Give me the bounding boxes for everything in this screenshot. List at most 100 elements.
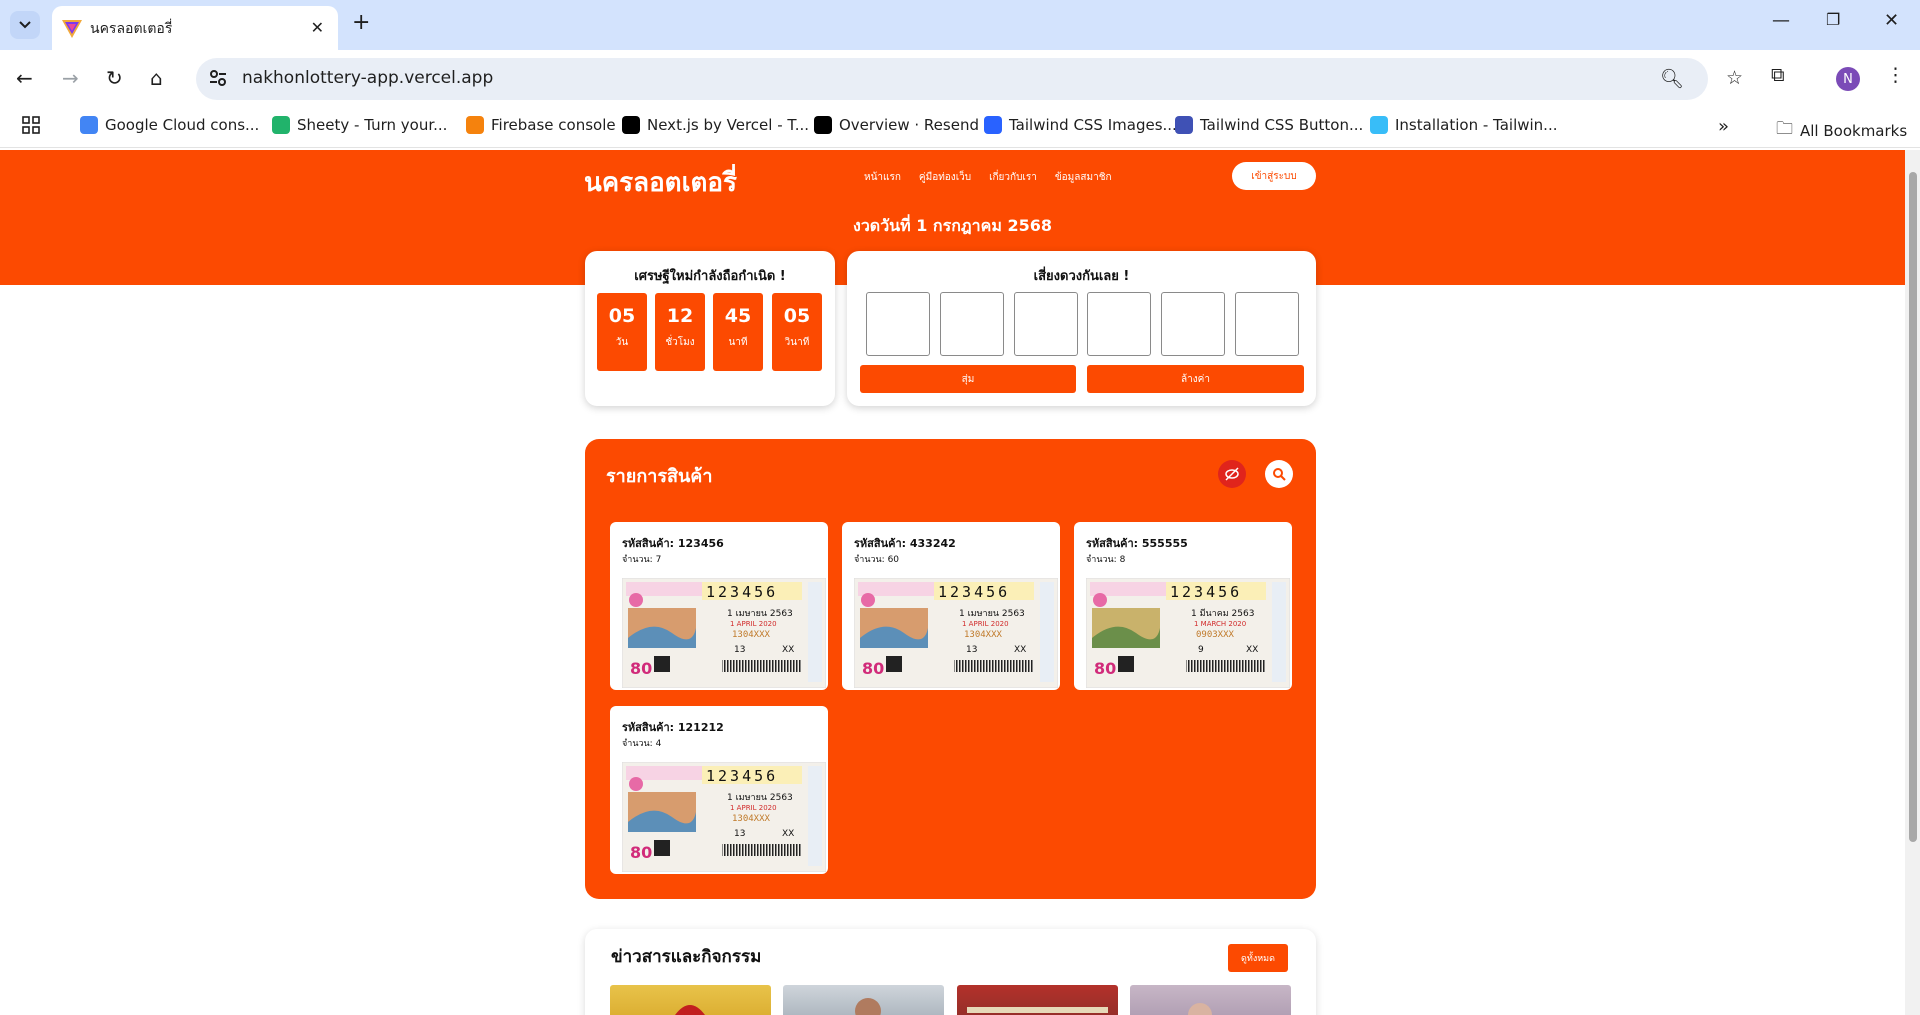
svg-text:XX: XX: [1246, 645, 1258, 655]
menu-kebab-icon[interactable]: ⋮: [1886, 64, 1905, 86]
new-tab-button[interactable]: +: [352, 10, 370, 35]
bookmark-item[interactable]: Next.js by Vercel - T...: [622, 116, 809, 134]
ticket-date-th: 1 เมษายน 2563: [727, 609, 793, 619]
address-bar[interactable]: nakhonlottery-app.vercel.app 🔍︎ ☆: [196, 58, 1743, 100]
bookmark-label: Tailwind CSS Images...: [1009, 116, 1177, 134]
all-bookmarks-folder[interactable]: 🗀 All Bookmarks: [1776, 116, 1907, 145]
svg-text:XX: XX: [1014, 645, 1026, 655]
news-thumbnail[interactable]: [1130, 985, 1291, 1015]
more-bookmarks-icon[interactable]: »: [1718, 116, 1729, 137]
site-info-icon[interactable]: [208, 68, 228, 88]
nav-member[interactable]: ข้อมูลสมาชิก: [1055, 170, 1112, 185]
svg-text:80: 80: [862, 659, 884, 678]
news-thumbnail[interactable]: [783, 985, 944, 1015]
profile-avatar[interactable]: N: [1836, 67, 1860, 91]
bookmark-label: Next.js by Vercel - T...: [647, 116, 810, 134]
login-button[interactable]: เข้าสู่ระบบ: [1232, 162, 1316, 190]
zoom-icon[interactable]: 🔍︎: [1660, 67, 1684, 90]
ticket-set: 13: [734, 829, 745, 839]
apps-grid-icon[interactable]: [22, 116, 40, 134]
close-icon[interactable]: ✕: [311, 18, 324, 37]
tailwind-images-icon: [984, 116, 1002, 134]
product-search-button[interactable]: [1265, 460, 1293, 488]
bookmark-item[interactable]: Overview · Resend: [814, 116, 979, 134]
ticket-set: 13: [966, 645, 977, 655]
tab-title: นครลอตเตอรี่: [90, 21, 173, 37]
lottery-ticket-image: 80 123456 1 เมษายน 25631 APRIL 2020 1304XXX…: [854, 578, 1058, 688]
resend-icon: [814, 116, 832, 134]
bookmark-item[interactable]: Google Cloud cons...: [80, 116, 259, 134]
countdown-card: เศรษฐีใหม่กำลังถือกำเนิด ! 05 วัน 12 ชั่วโ…: [585, 251, 835, 406]
scrollbar-thumb[interactable]: [1909, 172, 1917, 842]
nav-guide[interactable]: คู่มือท่องเว็บ: [919, 170, 971, 185]
page-viewport: นครลอตเตอรี่ หน้าแรก คู่มือท่องเว็บ เกี่…: [0, 150, 1905, 1015]
bookmark-star-icon[interactable]: ☆: [1726, 67, 1743, 89]
product-code: รหัสสินค้า: 123456: [622, 537, 724, 550]
bookmark-item[interactable]: Tailwind CSS Button...: [1175, 116, 1363, 134]
product-card[interactable]: รหัสสินค้า: 121212 จำนวน: 4 80 123456 1 เมษา…: [610, 706, 828, 874]
news-thumbnail[interactable]: [957, 985, 1118, 1015]
digit-input-3[interactable]: [1014, 292, 1078, 356]
product-card[interactable]: รหัสสินค้า: 433242 จำนวน: 60 80 123456 1 เมษ…: [842, 522, 1060, 690]
ticket-serial: 1304XXX: [732, 630, 771, 640]
bookmark-item[interactable]: Sheety - Turn your...: [272, 116, 447, 134]
window-close-icon[interactable]: ✕: [1884, 10, 1899, 31]
products-section: รายการสินค้า รหัสสินค้า: 123456 จำนวน: 7 8…: [585, 439, 1316, 899]
bookmark-label: Sheety - Turn your...: [297, 116, 448, 134]
back-icon[interactable]: ←: [16, 66, 33, 90]
folder-icon: 🗀: [1776, 119, 1793, 139]
product-quantity: จำนวน: 60: [854, 555, 900, 565]
page-scrollbar[interactable]: [1905, 150, 1920, 1015]
news-thumbnail[interactable]: [610, 985, 771, 1015]
digit-input-4[interactable]: [1087, 292, 1151, 356]
home-icon[interactable]: ⌂: [150, 66, 163, 90]
ticket-date-en: 1 APRIL 2020: [730, 804, 777, 812]
lucky-number-card: เสี่ยงดวงกันเลย ! สุ่ม ล้างค่า: [847, 251, 1316, 406]
digit-input-1[interactable]: [866, 292, 930, 356]
restore-icon[interactable]: ❐: [1826, 10, 1840, 29]
search-icon: [1273, 468, 1286, 481]
draw-date: งวดวันที่ 1 กรกฎาคม 2568: [853, 216, 1052, 235]
ticket-serial: 1304XXX: [964, 630, 1003, 640]
url-text: nakhonlottery-app.vercel.app: [242, 68, 494, 88]
bookmark-label: Tailwind CSS Button...: [1200, 116, 1364, 134]
countdown-days: 05 วัน: [597, 293, 647, 371]
nextjs-icon: [622, 116, 640, 134]
digit-input-5[interactable]: [1161, 292, 1225, 356]
svg-text:80: 80: [630, 659, 652, 678]
bookmark-label: Overview · Resend: [839, 116, 979, 134]
bookmark-item[interactable]: Firebase console: [466, 116, 616, 134]
svg-text:80: 80: [630, 843, 652, 862]
ticket-number: 123456: [938, 583, 1010, 601]
tab-strip: นครลอตเตอรี่ ✕ + — ❐ ✕: [0, 0, 1920, 50]
main-nav: หน้าแรก คู่มือท่องเว็บ เกี่ยวกับเรา ข้อม…: [864, 170, 1112, 185]
tab-search-button[interactable]: [10, 11, 40, 39]
nav-home[interactable]: หน้าแรก: [864, 170, 901, 185]
ticket-number: 123456: [706, 767, 778, 785]
random-button[interactable]: สุ่ม: [860, 365, 1076, 393]
countdown-minutes: 45 นาที: [713, 293, 763, 371]
see-all-button[interactable]: ดูทั้งหมด: [1228, 944, 1288, 972]
extensions-icon[interactable]: ⧉: [1771, 64, 1785, 86]
product-card[interactable]: รหัสสินค้า: 123456 จำนวน: 7 80 123456 1 เมษา…: [610, 522, 828, 690]
svg-text:XX: XX: [782, 829, 794, 839]
ticket-set: 13: [734, 645, 745, 655]
nav-about[interactable]: เกี่ยวกับเรา: [989, 170, 1037, 185]
clear-button[interactable]: ล้างค่า: [1087, 365, 1304, 393]
reload-icon[interactable]: ↻: [106, 66, 123, 90]
minimize-icon[interactable]: —: [1772, 10, 1790, 31]
digit-input-2[interactable]: [940, 292, 1004, 356]
forward-icon[interactable]: →: [62, 66, 79, 90]
product-card[interactable]: รหัสสินค้า: 555555 จำนวน: 8 80 123456 1 มีนา…: [1074, 522, 1292, 690]
bookmark-label: Google Cloud cons...: [105, 116, 260, 134]
digit-input-6[interactable]: [1235, 292, 1299, 356]
browser-tab[interactable]: นครลอตเตอรี่ ✕: [52, 6, 338, 50]
site-logo[interactable]: นครลอตเตอรี่: [584, 162, 737, 203]
product-code: รหัสสินค้า: 433242: [854, 537, 956, 550]
bookmark-item[interactable]: Tailwind CSS Images...: [984, 116, 1177, 134]
ticket-set: 9: [1198, 645, 1204, 655]
countdown-hours: 12 ชั่วโมง: [655, 293, 705, 371]
sheety-icon: [272, 116, 290, 134]
bookmark-item[interactable]: Installation - Tailwin...: [1370, 116, 1557, 134]
hide-toggle-button[interactable]: [1218, 460, 1246, 488]
